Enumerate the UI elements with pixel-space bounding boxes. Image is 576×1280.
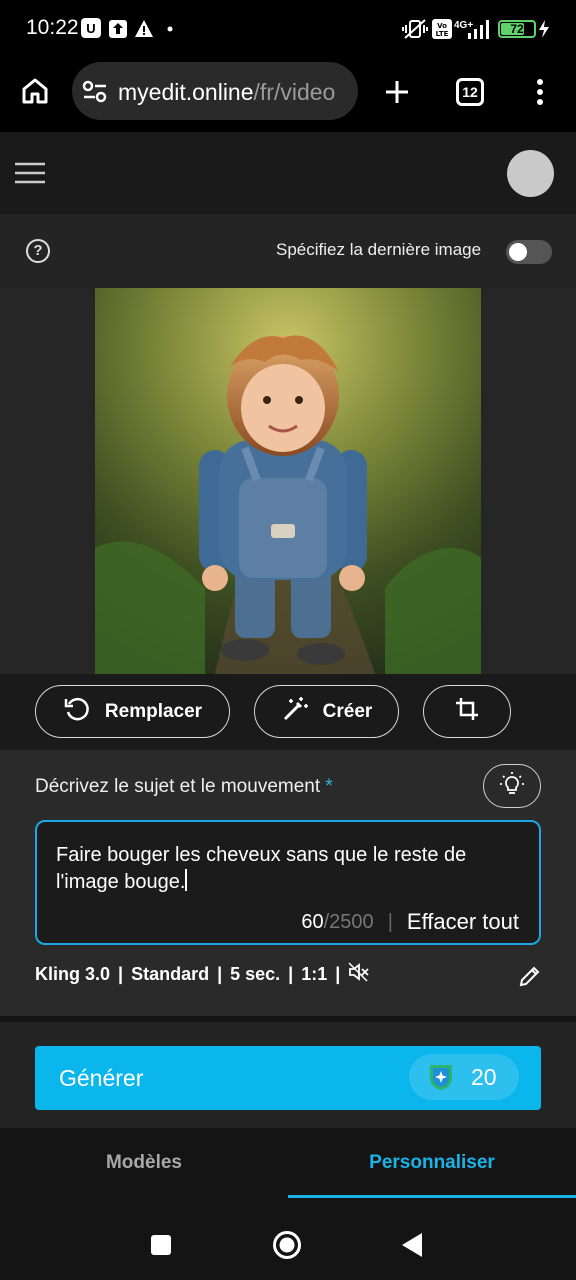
create-label: Créer: [322, 700, 373, 722]
svg-text:Vo: Vo: [437, 22, 447, 30]
app-header: [0, 132, 576, 214]
charging-icon: [538, 18, 550, 40]
help-icon[interactable]: ?: [26, 239, 50, 263]
prompt-footer: 60/2500 | Effacer tout: [301, 909, 519, 935]
quality-value: Standard: [131, 964, 210, 984]
prompt-value: Faire bouger les cheveux sans que le res…: [56, 844, 467, 893]
toggle-knob: [509, 243, 527, 261]
last-image-label: Spécifiez la dernière image: [276, 240, 482, 259]
required-mark: *: [325, 776, 333, 797]
url-domain: myedit.online: [118, 79, 254, 105]
summary-separator: |: [288, 964, 294, 984]
prompt-label: Décrivez le sujet et le mouvement *: [35, 776, 333, 798]
generate-label: Générer: [59, 1065, 144, 1091]
replace-button[interactable]: Remplacer: [35, 685, 230, 738]
lightbulb-icon: [499, 771, 525, 802]
edit-settings-icon[interactable]: [518, 964, 542, 993]
system-nav-bar: [0, 1200, 576, 1280]
more-notifications-icon: [166, 18, 174, 40]
status-bar: 10:22 U Vo LTE 4G+ 72: [0, 0, 576, 58]
prompt-tips-button[interactable]: [483, 764, 541, 808]
magic-wand-icon: [281, 695, 309, 729]
browser-menu-icon[interactable]: [534, 78, 546, 111]
credit-chip: 20: [409, 1054, 519, 1100]
footer-separator: |: [387, 910, 393, 933]
create-button[interactable]: Créer: [254, 685, 399, 738]
upload-notification-icon: [108, 18, 128, 40]
tab-switcher-button[interactable]: 12: [456, 78, 484, 106]
char-count: 60: [301, 910, 324, 933]
summary-separator: |: [118, 964, 124, 984]
credit-icon: [427, 1063, 455, 1091]
signal-icon: [466, 18, 492, 40]
replace-icon: [63, 695, 91, 729]
tab-customize[interactable]: Personnaliser: [288, 1128, 576, 1200]
active-tab-indicator: [288, 1195, 576, 1198]
hamburger-menu-icon[interactable]: [14, 162, 46, 189]
url-path: /fr/video: [253, 79, 336, 105]
vibrate-off-icon: [402, 18, 428, 40]
svg-text:LTE: LTE: [436, 30, 449, 38]
clear-all-button[interactable]: Effacer tout: [407, 909, 519, 935]
preview-area: [0, 288, 576, 674]
avatar[interactable]: [507, 150, 554, 197]
url-text: myedit.online/fr/video: [118, 79, 335, 106]
recents-icon[interactable]: [150, 1234, 172, 1261]
sound-off-icon: [348, 962, 370, 987]
generate-button[interactable]: Générer 20: [35, 1046, 541, 1110]
tab-models[interactable]: Modèles: [0, 1128, 288, 1200]
text-caret: [185, 869, 187, 891]
uploaded-image-preview: [95, 288, 481, 674]
crop-button[interactable]: [423, 685, 511, 738]
volte-icon: Vo LTE: [432, 18, 452, 40]
app-notification-icon: U: [81, 18, 101, 38]
summary-separator: |: [217, 964, 223, 984]
summary-separator: |: [335, 964, 341, 984]
browser-toolbar: myedit.online/fr/video 12: [0, 58, 576, 132]
prompt-textarea[interactable]: Faire bouger les cheveux sans que le res…: [35, 820, 541, 945]
prompt-panel: Décrivez le sujet et le mouvement * Fair…: [0, 750, 576, 1016]
last-image-row: ? Spécifiez la dernière image: [0, 214, 576, 288]
address-bar[interactable]: myedit.online/fr/video: [72, 62, 358, 120]
ratio-value: 1:1: [301, 964, 328, 984]
new-tab-icon[interactable]: [383, 78, 411, 111]
model-name: Kling 3.0: [35, 964, 111, 984]
site-settings-icon[interactable]: [82, 80, 108, 109]
warning-icon: [134, 18, 154, 40]
crop-icon: [454, 696, 480, 728]
last-image-toggle[interactable]: [506, 240, 552, 264]
prompt-text: Faire bouger les cheveux sans que le res…: [56, 842, 526, 896]
credit-value: 20: [471, 1064, 497, 1090]
replace-label: Remplacer: [104, 700, 203, 722]
home-nav-icon[interactable]: [272, 1230, 302, 1265]
generate-panel: Générer 20: [0, 1016, 576, 1128]
battery-percent: 72: [510, 22, 524, 36]
bottom-tab-bar: Modèles Personnaliser: [0, 1128, 576, 1200]
video-settings-summary[interactable]: Kling 3.0 | Standard | 5 sec. | 1:1 |: [35, 962, 370, 987]
home-icon[interactable]: [20, 76, 50, 111]
duration-value: 5 sec.: [230, 964, 281, 984]
prompt-label-text: Décrivez le sujet et le mouvement: [35, 776, 321, 797]
status-time: 10:22: [26, 16, 79, 39]
char-max: /2500: [323, 910, 374, 933]
back-icon[interactable]: [400, 1232, 424, 1263]
image-actions-row: Remplacer Créer: [0, 674, 576, 750]
battery-icon: 72: [498, 20, 536, 38]
